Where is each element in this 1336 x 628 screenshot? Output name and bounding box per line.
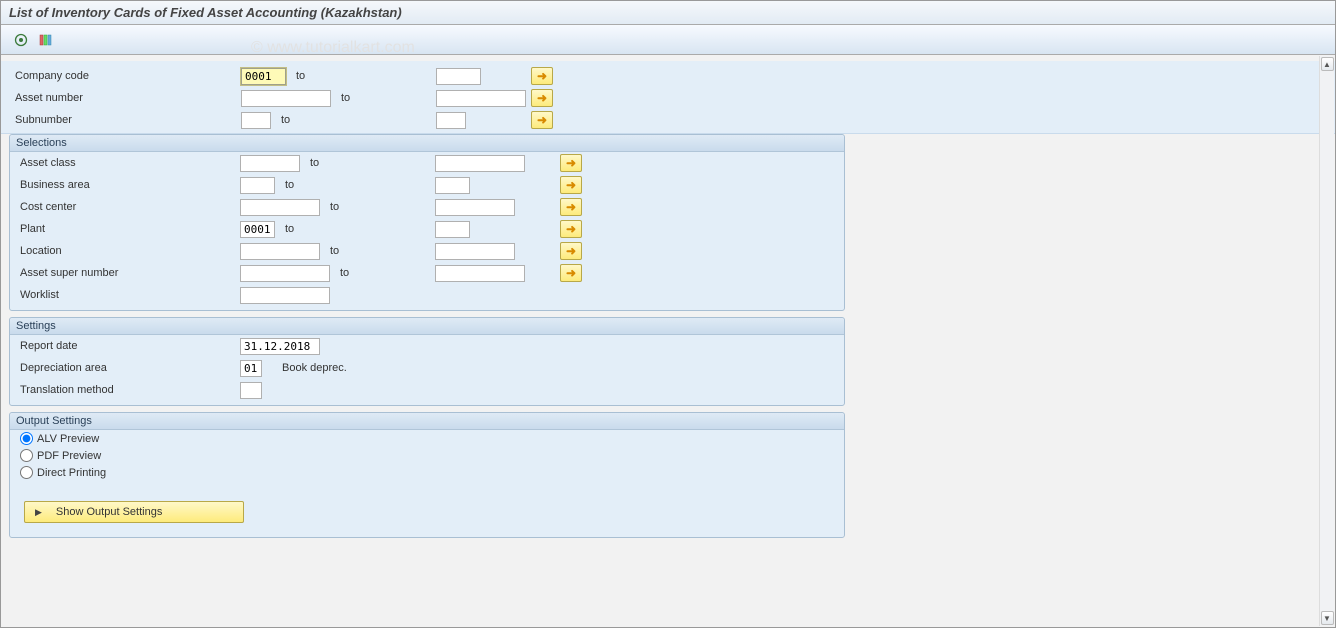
plant-label: Plant xyxy=(10,223,240,235)
settings-group: Settings Report date Depreciation area B… xyxy=(9,317,845,406)
plant-input[interactable] xyxy=(240,221,275,238)
pdf-preview-label: PDF Preview xyxy=(37,450,101,462)
cost-center-input[interactable] xyxy=(240,199,320,216)
show-output-settings-button[interactable]: ▶ Show Output Settings xyxy=(24,501,244,523)
to-label: to xyxy=(275,223,435,235)
asset-super-number-to-input[interactable] xyxy=(435,265,525,282)
location-multiple-button[interactable]: ➜ xyxy=(560,242,582,260)
arrow-right-icon: ➜ xyxy=(566,222,576,236)
worklist-input[interactable] xyxy=(240,287,330,304)
asset-number-multiple-button[interactable]: ➜ xyxy=(531,89,553,107)
vertical-scrollbar[interactable]: ▲ ▼ xyxy=(1319,56,1334,626)
show-output-settings-label: Show Output Settings xyxy=(56,506,162,518)
arrow-right-icon: ➜ xyxy=(566,200,576,214)
scroll-down-arrow[interactable]: ▼ xyxy=(1321,611,1334,625)
location-input[interactable] xyxy=(240,243,320,260)
company-code-multiple-button[interactable]: ➜ xyxy=(531,67,553,85)
company-code-label: Company code xyxy=(11,70,241,82)
location-to-input[interactable] xyxy=(435,243,515,260)
direct-printing-radio[interactable] xyxy=(20,466,33,479)
settings-title: Settings xyxy=(10,318,844,335)
arrow-right-icon: ➜ xyxy=(566,244,576,258)
triangle-right-icon: ▶ xyxy=(35,507,42,518)
company-code-input[interactable] xyxy=(241,68,286,85)
to-label: to xyxy=(300,157,435,169)
title-bar: List of Inventory Cards of Fixed Asset A… xyxy=(1,1,1335,25)
business-area-to-input[interactable] xyxy=(435,177,470,194)
business-area-input[interactable] xyxy=(240,177,275,194)
worklist-label: Worklist xyxy=(10,289,240,301)
application-toolbar xyxy=(1,25,1335,55)
content-area: Company code to ➜ Asset number to ➜ Subn… xyxy=(1,55,1335,538)
output-settings-title: Output Settings xyxy=(10,413,844,430)
arrow-right-icon: ➜ xyxy=(566,178,576,192)
output-settings-group: Output Settings ALV Preview PDF Preview … xyxy=(9,412,845,538)
asset-number-input[interactable] xyxy=(241,90,331,107)
selections-group: Selections Asset class to ➜ Business are… xyxy=(9,134,845,311)
asset-number-to-input[interactable] xyxy=(436,90,526,107)
direct-printing-label: Direct Printing xyxy=(37,467,106,479)
dynamic-selections-button[interactable] xyxy=(35,30,55,50)
asset-super-number-multiple-button[interactable]: ➜ xyxy=(560,264,582,282)
depreciation-area-text: Book deprec. xyxy=(282,362,347,374)
subnumber-label: Subnumber xyxy=(11,114,241,126)
subnumber-multiple-button[interactable]: ➜ xyxy=(531,111,553,129)
cost-center-to-input[interactable] xyxy=(435,199,515,216)
arrow-right-icon: ➜ xyxy=(537,91,547,105)
asset-super-number-input[interactable] xyxy=(240,265,330,282)
business-area-multiple-button[interactable]: ➜ xyxy=(560,176,582,194)
plant-to-input[interactable] xyxy=(435,221,470,238)
top-block: Company code to ➜ Asset number to ➜ Subn… xyxy=(1,61,1335,134)
asset-class-multiple-button[interactable]: ➜ xyxy=(560,154,582,172)
scroll-up-arrow[interactable]: ▲ xyxy=(1321,57,1334,71)
report-date-input[interactable] xyxy=(240,338,320,355)
translation-method-label: Translation method xyxy=(10,384,240,396)
page-title: List of Inventory Cards of Fixed Asset A… xyxy=(9,5,402,20)
location-label: Location xyxy=(10,245,240,257)
arrow-right-icon: ➜ xyxy=(537,113,547,127)
depreciation-area-label: Depreciation area xyxy=(10,362,240,374)
cost-center-label: Cost center xyxy=(10,201,240,213)
subnumber-to-input[interactable] xyxy=(436,112,466,129)
to-label: to xyxy=(330,267,435,279)
subnumber-input[interactable] xyxy=(241,112,271,129)
alv-preview-label: ALV Preview xyxy=(37,433,99,445)
cost-center-multiple-button[interactable]: ➜ xyxy=(560,198,582,216)
asset-class-label: Asset class xyxy=(10,157,240,169)
arrow-right-icon: ➜ xyxy=(537,69,547,83)
depreciation-area-input[interactable] xyxy=(240,360,262,377)
arrow-right-icon: ➜ xyxy=(566,156,576,170)
pdf-preview-radio[interactable] xyxy=(20,449,33,462)
asset-number-label: Asset number xyxy=(11,92,241,104)
company-code-to-input[interactable] xyxy=(436,68,481,85)
selections-title: Selections xyxy=(10,135,844,152)
plant-multiple-button[interactable]: ➜ xyxy=(560,220,582,238)
to-label: to xyxy=(271,114,436,126)
arrow-right-icon: ➜ xyxy=(566,266,576,280)
asset-class-to-input[interactable] xyxy=(435,155,525,172)
to-label: to xyxy=(331,92,436,104)
business-area-label: Business area xyxy=(10,179,240,191)
to-label: to xyxy=(275,179,435,191)
to-label: to xyxy=(286,70,436,82)
to-label: to xyxy=(320,245,435,257)
execute-button[interactable] xyxy=(11,30,31,50)
asset-class-input[interactable] xyxy=(240,155,300,172)
report-date-label: Report date xyxy=(10,340,240,352)
to-label: to xyxy=(320,201,435,213)
translation-method-input[interactable] xyxy=(240,382,262,399)
asset-super-number-label: Asset super number xyxy=(10,267,240,279)
main-window: List of Inventory Cards of Fixed Asset A… xyxy=(0,0,1336,628)
alv-preview-radio[interactable] xyxy=(20,432,33,445)
